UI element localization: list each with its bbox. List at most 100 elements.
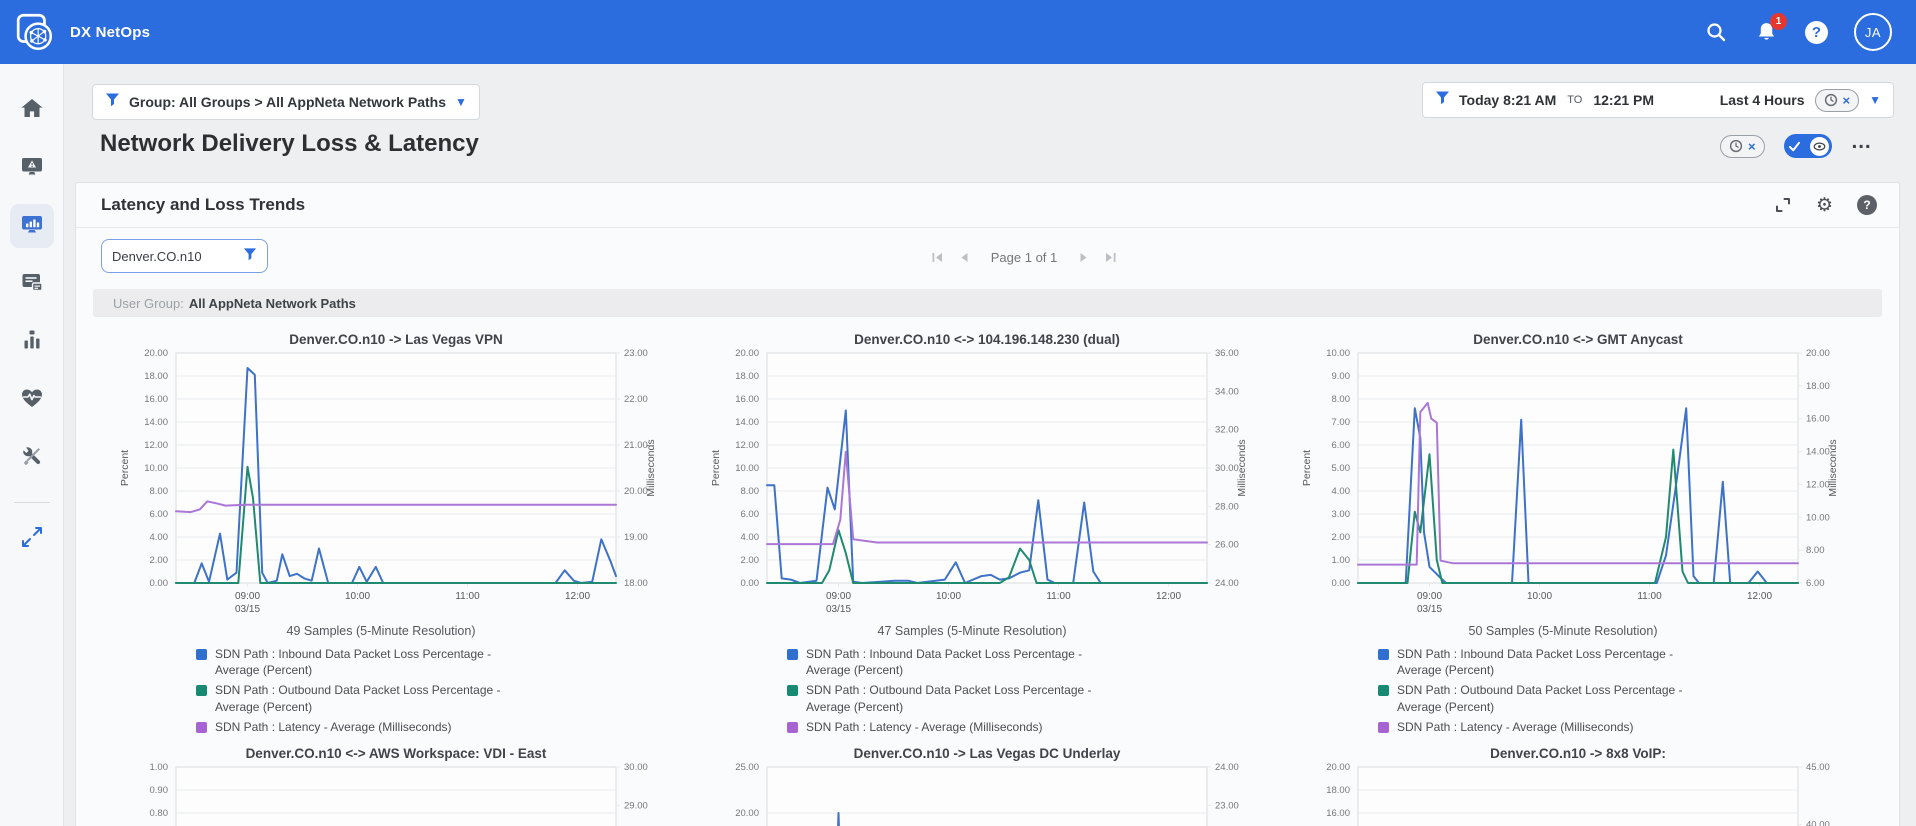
legend-swatch-icon bbox=[787, 722, 798, 733]
path-filter-dropdown[interactable]: Denver.CO.n10 bbox=[101, 239, 268, 273]
chart-legend: SDN Path : Inbound Data Packet Loss Perc… bbox=[787, 646, 1127, 735]
svg-text:26.00: 26.00 bbox=[1215, 540, 1239, 551]
charts-row-2: Denver.CO.n10 <-> AWS Workspace: VDI - E… bbox=[96, 745, 1848, 826]
svg-text:Denver.CO.n10 <-> AWS Workspac: Denver.CO.n10 <-> AWS Workspace: VDI - E… bbox=[246, 746, 547, 761]
trend-chart: Denver.CO.n10 <-> GMT Anycast10.009.008.… bbox=[1278, 331, 1848, 739]
live-view-toggle[interactable] bbox=[1784, 134, 1832, 158]
trend-chart: Denver.CO.n10 <-> AWS Workspace: VDI - E… bbox=[96, 745, 666, 826]
svg-text:0.90: 0.90 bbox=[150, 785, 169, 796]
svg-text:10.00: 10.00 bbox=[1326, 348, 1350, 359]
more-options-button[interactable]: … bbox=[1851, 138, 1874, 154]
time-preset: Last 4 Hours bbox=[1720, 92, 1805, 108]
svg-text:Percent: Percent bbox=[710, 450, 722, 486]
chart-canvas[interactable]: Denver.CO.n10 <-> 104.196.148.230 (dual)… bbox=[687, 331, 1257, 631]
time-filter-funnel-icon bbox=[1435, 90, 1450, 110]
chart-canvas[interactable]: Denver.CO.n10 -> Las Vegas VPN20.0018.00… bbox=[96, 331, 666, 631]
svg-text:20.00: 20.00 bbox=[144, 348, 168, 359]
sidebar-divider bbox=[14, 502, 50, 503]
svg-text:0.00: 0.00 bbox=[741, 578, 760, 589]
notifications-bell-icon[interactable]: 1 bbox=[1754, 20, 1779, 45]
svg-text:0.00: 0.00 bbox=[1332, 578, 1351, 589]
svg-text:9.00: 9.00 bbox=[1332, 371, 1351, 382]
svg-text:8.00: 8.00 bbox=[150, 486, 169, 497]
svg-text:6.00: 6.00 bbox=[741, 509, 760, 520]
chart-canvas[interactable]: Denver.CO.n10 <-> GMT Anycast10.009.008.… bbox=[1278, 331, 1848, 631]
legend-label: SDN Path : Inbound Data Packet Loss Perc… bbox=[215, 646, 536, 678]
svg-text:16.00: 16.00 bbox=[1806, 414, 1830, 425]
svg-text:03/15: 03/15 bbox=[235, 604, 260, 615]
svg-text:14.00: 14.00 bbox=[144, 417, 168, 428]
svg-text:10:00: 10:00 bbox=[936, 591, 961, 602]
pagination: Page 1 of 1 bbox=[879, 245, 1169, 269]
svg-text:8.00: 8.00 bbox=[741, 486, 760, 497]
svg-text:1.00: 1.00 bbox=[1332, 555, 1351, 566]
next-page-button[interactable] bbox=[1077, 251, 1090, 264]
svg-text:8.00: 8.00 bbox=[1806, 545, 1825, 556]
page-title: Network Delivery Loss & Latency bbox=[100, 130, 479, 158]
legend-swatch-icon bbox=[196, 649, 207, 660]
legend-swatch-icon bbox=[196, 685, 207, 696]
svg-text:20.00: 20.00 bbox=[1806, 348, 1830, 359]
legend-item: SDN Path : Latency - Average (Millisecon… bbox=[787, 719, 1127, 735]
svg-text:11:00: 11:00 bbox=[1637, 591, 1662, 602]
svg-text:10.00: 10.00 bbox=[1806, 512, 1830, 523]
svg-text:32.00: 32.00 bbox=[1215, 425, 1239, 436]
previous-page-button[interactable] bbox=[958, 251, 971, 264]
legend-swatch-icon bbox=[787, 685, 798, 696]
card-help-icon[interactable]: ? bbox=[1857, 195, 1877, 215]
chart-clipboard-icon bbox=[19, 327, 45, 358]
sidebar-item-health[interactable] bbox=[10, 378, 54, 422]
sidebar-item-reports[interactable] bbox=[10, 262, 54, 306]
svg-text:0.80: 0.80 bbox=[150, 808, 169, 819]
svg-text:Milliseconds: Milliseconds bbox=[1827, 439, 1839, 496]
health-heart-icon bbox=[19, 385, 45, 416]
svg-text:30.00: 30.00 bbox=[624, 762, 648, 773]
avatar[interactable]: JA bbox=[1854, 13, 1892, 51]
chart-canvas[interactable]: Denver.CO.n10 -> 8x8 VoIP:20.0018.0016.0… bbox=[1278, 745, 1848, 826]
legend-label: SDN Path : Latency - Average (Millisecon… bbox=[215, 719, 452, 735]
svg-text:8.00: 8.00 bbox=[1332, 394, 1351, 405]
time-range-bar[interactable]: Today 8:21 AM TO 12:21 PM Last 4 Hours ×… bbox=[1422, 82, 1894, 118]
legend-label: SDN Path : Outbound Data Packet Loss Per… bbox=[806, 682, 1127, 714]
svg-text:12.00: 12.00 bbox=[735, 440, 759, 451]
svg-text:4.00: 4.00 bbox=[1332, 486, 1351, 497]
search-icon[interactable] bbox=[1704, 20, 1728, 44]
svg-text:Percent: Percent bbox=[1301, 450, 1313, 486]
group-filter-chip[interactable]: Group: All Groups > All AppNeta Network … bbox=[92, 84, 480, 120]
charts-row-1: Denver.CO.n10 -> Las Vegas VPN20.0018.00… bbox=[96, 331, 1848, 739]
chart-canvas[interactable]: Denver.CO.n10 -> Las Vegas DC Underlay25… bbox=[687, 745, 1257, 826]
svg-text:40.00: 40.00 bbox=[1806, 820, 1830, 826]
sidebar-item-alarms[interactable] bbox=[10, 146, 54, 190]
legend-label: SDN Path : Inbound Data Packet Loss Perc… bbox=[806, 646, 1127, 678]
time-preset-clear-pill[interactable]: × bbox=[1815, 89, 1860, 112]
last-page-button[interactable] bbox=[1104, 251, 1117, 264]
svg-text:24.00: 24.00 bbox=[1215, 762, 1239, 773]
user-group-label: User Group: bbox=[113, 296, 184, 311]
legend-swatch-icon bbox=[1378, 722, 1389, 733]
main-content: Group: All Groups > All AppNeta Network … bbox=[64, 64, 1916, 826]
time-chevron-down-icon[interactable]: ▼ bbox=[1869, 94, 1881, 106]
help-icon[interactable]: ? bbox=[1805, 21, 1828, 44]
svg-text:10.00: 10.00 bbox=[144, 463, 168, 474]
sidebar-item-home[interactable] bbox=[10, 88, 54, 132]
gear-icon[interactable]: ⚙ bbox=[1816, 196, 1833, 215]
svg-text:16.00: 16.00 bbox=[735, 394, 759, 405]
chart-canvas[interactable]: Denver.CO.n10 <-> AWS Workspace: VDI - E… bbox=[96, 745, 666, 826]
schedule-clear-pill[interactable]: × bbox=[1720, 135, 1765, 158]
resize-corners-icon[interactable] bbox=[1774, 196, 1792, 214]
trend-chart: Denver.CO.n10 <-> 104.196.148.230 (dual)… bbox=[687, 331, 1257, 739]
sidebar-item-dashboards[interactable] bbox=[10, 204, 54, 248]
svg-text:36.00: 36.00 bbox=[1215, 348, 1239, 359]
svg-text:2.00: 2.00 bbox=[741, 555, 760, 566]
legend-item: SDN Path : Outbound Data Packet Loss Per… bbox=[1378, 682, 1718, 714]
sidebar-expand[interactable] bbox=[10, 517, 54, 561]
group-filter-label: Group: All Groups > All AppNeta Network … bbox=[129, 94, 446, 110]
svg-text:1.00: 1.00 bbox=[150, 762, 169, 773]
svg-text:7.00: 7.00 bbox=[1332, 417, 1351, 428]
legend-label: SDN Path : Latency - Average (Millisecon… bbox=[806, 719, 1043, 735]
dashboard-icon bbox=[19, 211, 45, 242]
first-page-button[interactable] bbox=[931, 251, 944, 264]
sidebar-item-inventory[interactable] bbox=[10, 320, 54, 364]
sidebar-item-tools[interactable] bbox=[10, 436, 54, 480]
expand-icon bbox=[20, 525, 44, 554]
